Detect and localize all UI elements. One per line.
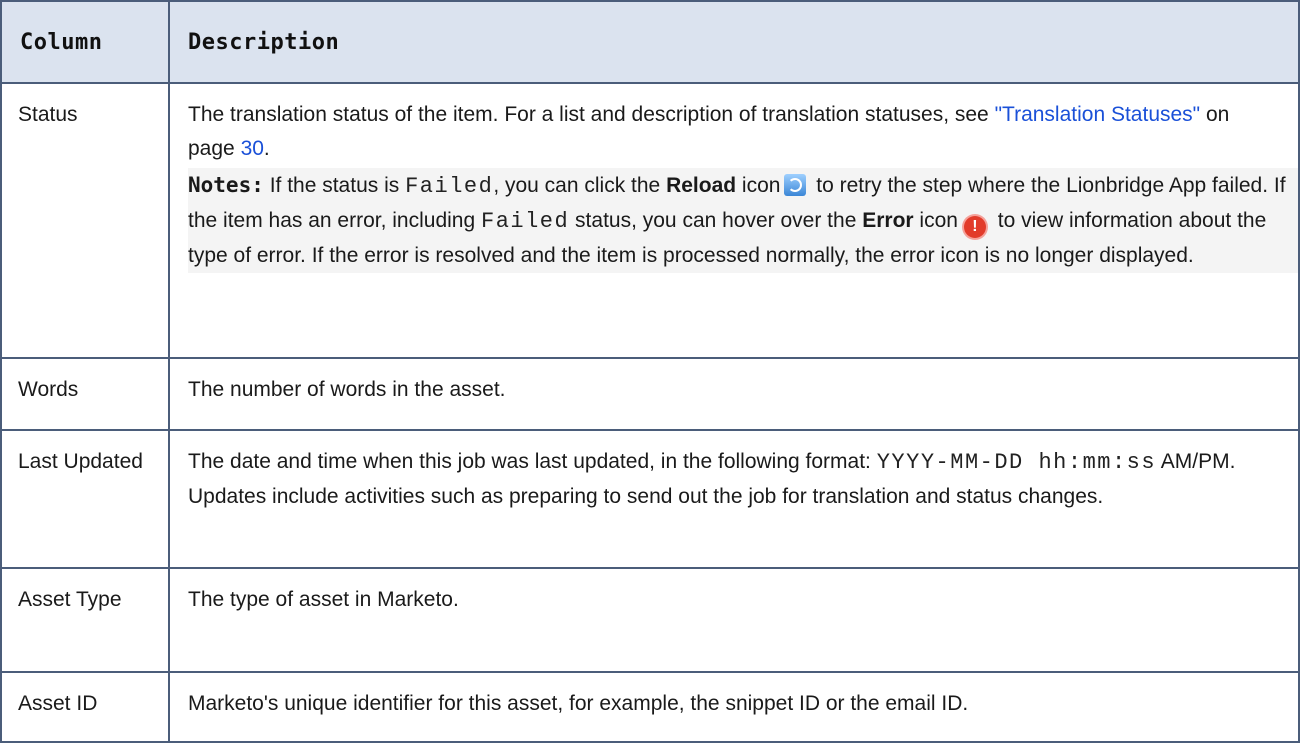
error-bold: Error — [862, 209, 914, 232]
row-name-status: Status — [0, 82, 170, 359]
row-name-asset-id: Asset ID — [0, 670, 170, 744]
header-description: Description — [168, 0, 1300, 84]
table-row: Asset Type The type of asset in Marketo. — [0, 567, 1300, 673]
table-row: Status The translation status of the ite… — [0, 82, 1300, 359]
row-desc-words: The number of words in the asset. — [168, 356, 1300, 432]
row-desc-asset-type: The type of asset in Marketo. — [168, 567, 1300, 673]
error-icon: ! — [963, 216, 986, 238]
translation-statuses-link[interactable]: "Translation Statuses" — [995, 103, 1201, 126]
table-row: Last Updated The date and time when this… — [0, 429, 1300, 570]
date-format-code: YYYY-MM-DD hh:mm:ss — [876, 450, 1157, 476]
failed-code: Failed — [405, 174, 494, 199]
note-text: , you can click the — [493, 174, 667, 197]
page-number-link[interactable]: 30 — [241, 137, 264, 160]
status-desc-text: The translation status of the item. For … — [188, 103, 995, 126]
failed-code: Failed — [481, 209, 570, 234]
row-desc-status: The translation status of the item. For … — [168, 82, 1300, 359]
updated-text: The date and time when this job was last… — [188, 450, 877, 474]
reload-bold: Reload — [666, 174, 737, 197]
note-text: icon — [736, 174, 781, 197]
header-column: Column — [0, 0, 170, 84]
table-row: Asset ID Marketo's unique identifier for… — [0, 670, 1300, 744]
status-desc-end: . — [263, 137, 270, 160]
row-name-last-updated: Last Updated — [0, 429, 170, 570]
note-text: status, you can hover over the — [569, 209, 863, 232]
note-text: icon — [913, 209, 958, 232]
column-description-table: Column Description Status The translatio… — [0, 0, 1300, 744]
table-header-row: Column Description — [0, 0, 1300, 84]
row-desc-asset-id: Marketo's unique identifier for this ass… — [168, 670, 1300, 744]
row-desc-last-updated: The date and time when this job was last… — [168, 429, 1300, 570]
reload-icon — [784, 174, 807, 196]
notes-label: Notes: — [188, 173, 264, 197]
row-name-words: Words — [0, 356, 170, 432]
table-row: Words The number of words in the asset. — [0, 356, 1300, 432]
note-text: If the status is — [263, 174, 406, 197]
row-name-asset-type: Asset Type — [0, 567, 170, 673]
notes-box: Notes: If the status is Failed, you can … — [188, 168, 1298, 273]
